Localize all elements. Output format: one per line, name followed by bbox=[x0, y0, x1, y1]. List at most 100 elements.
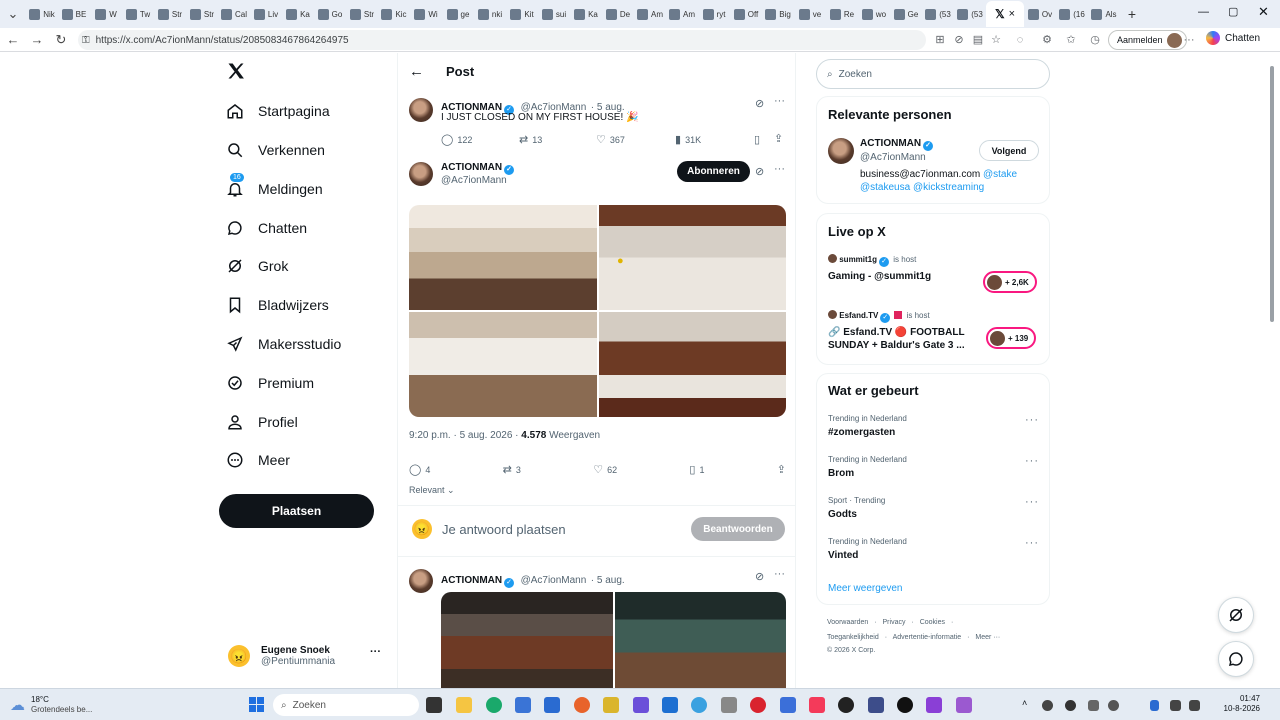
nav-profiel[interactable]: Profiel bbox=[226, 407, 298, 437]
browser-tab[interactable]: Am bbox=[634, 2, 666, 26]
x-logo[interactable] bbox=[226, 61, 246, 83]
post-timestamp[interactable]: 9:20 p.m. · 5 aug. 2026 · bbox=[409, 430, 519, 441]
app-icon-17[interactable] bbox=[897, 697, 913, 713]
browser-tab[interactable]: Str bbox=[154, 2, 186, 26]
start-button[interactable] bbox=[249, 697, 264, 712]
trend-more-icon[interactable]: ··· bbox=[1025, 414, 1039, 426]
maximize-icon[interactable]: ▢ bbox=[1228, 5, 1238, 18]
browser-tab[interactable]: (53 bbox=[954, 2, 986, 26]
store-icon[interactable] bbox=[515, 697, 531, 713]
quoted-like-count[interactable]: ♡ 367 bbox=[596, 133, 625, 146]
share-action[interactable]: ⇪ bbox=[777, 463, 786, 476]
next-post-date[interactable]: · 5 aug. bbox=[591, 575, 625, 586]
back-icon[interactable]: ← bbox=[1, 32, 25, 47]
browser-tab[interactable]: Go bbox=[314, 2, 346, 26]
extensions-icon[interactable]: ⚙ bbox=[1040, 33, 1054, 47]
scrollbar-thumb[interactable] bbox=[1270, 66, 1274, 322]
relevant-avatar[interactable] bbox=[828, 138, 854, 164]
browser-menu-icon[interactable]: ··· bbox=[1182, 33, 1196, 47]
browser-tab[interactable]: Als bbox=[1088, 2, 1120, 26]
app-icon-15[interactable] bbox=[838, 697, 854, 713]
browser-tab[interactable]: BE bbox=[58, 2, 90, 26]
close-window-icon[interactable]: ✕ bbox=[1258, 4, 1269, 20]
footer-link-cookies[interactable]: Cookies bbox=[920, 619, 945, 626]
firefox-icon[interactable] bbox=[574, 697, 590, 713]
network-icon[interactable] bbox=[1170, 700, 1181, 711]
post-button[interactable]: Plaatsen bbox=[219, 494, 374, 528]
next-grok-icon[interactable]: ⊘ bbox=[755, 570, 764, 583]
weather-widget[interactable]: ☁ 18°C Grotendeels be... bbox=[10, 695, 92, 715]
volume-icon[interactable] bbox=[1189, 700, 1200, 711]
browser-tab[interactable]: Str bbox=[186, 2, 218, 26]
browser-tab[interactable]: sui bbox=[538, 2, 570, 26]
reload-icon[interactable]: ↻ bbox=[49, 32, 73, 48]
app-icon-11[interactable] bbox=[721, 697, 737, 713]
clock[interactable]: 01:47 10-8-2026 bbox=[1222, 694, 1260, 714]
taskbar-search[interactable]: ⌕ Zoeken bbox=[273, 694, 419, 716]
footer-link-accessibility[interactable]: Toegankelijkheid bbox=[827, 634, 879, 641]
tab-active[interactable]: 𝕏 × bbox=[986, 1, 1024, 27]
browser-tab[interactable]: Kit bbox=[506, 2, 538, 26]
sort-dropdown[interactable]: Relevant ⌄ bbox=[409, 485, 455, 496]
trend-more-icon[interactable]: ··· bbox=[1025, 455, 1039, 467]
nav-bladwijzers[interactable]: Bladwijzers bbox=[226, 290, 329, 320]
browser-tab[interactable]: Wi bbox=[410, 2, 442, 26]
quoted-share-icon[interactable]: ⇪ bbox=[774, 132, 783, 145]
app-icon-13[interactable] bbox=[780, 697, 796, 713]
favorite-star-icon[interactable]: ☆ bbox=[989, 33, 1003, 47]
trend-more-icon[interactable]: ··· bbox=[1025, 496, 1039, 508]
bio-link-stake[interactable]: @stake bbox=[983, 169, 1017, 180]
quoted-post-avatar[interactable] bbox=[409, 98, 433, 122]
bluetooth-icon[interactable] bbox=[1150, 700, 1159, 711]
reply-submit-button[interactable]: Beantwoorden bbox=[691, 517, 785, 541]
browser-tab[interactable]: Liv bbox=[250, 2, 282, 26]
main-grok-icon[interactable]: ⊘ bbox=[755, 165, 764, 178]
live-listeners-pill[interactable]: + 139 bbox=[986, 327, 1037, 349]
footer-link-privacy[interactable]: Privacy bbox=[883, 619, 906, 626]
post-photo-3[interactable] bbox=[409, 312, 597, 417]
nav-meldingen[interactable]: 16 Meldingen bbox=[226, 173, 323, 204]
history-icon[interactable]: ◷ bbox=[1088, 33, 1102, 47]
browser-tab[interactable]: Nik bbox=[26, 2, 58, 26]
nav-verkennen[interactable]: Verkennen bbox=[226, 135, 325, 165]
footer-link-ads[interactable]: Advertentie-informatie bbox=[893, 634, 961, 641]
nav-grok[interactable]: Grok bbox=[226, 251, 288, 281]
post-photo-1[interactable] bbox=[409, 205, 597, 310]
next-post-handle[interactable]: @Ac7ionMann bbox=[521, 575, 587, 586]
repost-action[interactable]: ⇄ 3 bbox=[503, 463, 521, 476]
browser-tab[interactable]: De bbox=[602, 2, 634, 26]
app-icon-7[interactable] bbox=[603, 697, 619, 713]
reader-icon[interactable]: ▤ bbox=[971, 33, 985, 47]
relevant-name[interactable]: ACTIONMAN bbox=[860, 138, 921, 149]
account-switcher[interactable]: 😠 Eugene Snoek @Pentiummania ··· bbox=[228, 640, 384, 672]
browser-tab[interactable]: ge bbox=[442, 2, 474, 26]
nav-startpagina[interactable]: Startpagina bbox=[226, 96, 330, 126]
browser-tab[interactable]: Am bbox=[666, 2, 698, 26]
app-icon-19[interactable] bbox=[956, 697, 972, 713]
grok-fab[interactable] bbox=[1218, 597, 1254, 633]
app-icon-10[interactable] bbox=[691, 697, 707, 713]
browser-tab[interactable]: Str bbox=[346, 2, 378, 26]
back-button[interactable]: ← bbox=[409, 63, 424, 80]
quoted-more-icon[interactable]: ··· bbox=[774, 95, 785, 107]
quoted-reply-count[interactable]: ◯ 122 bbox=[441, 133, 472, 146]
trend-more-icon[interactable]: ··· bbox=[1025, 537, 1039, 549]
browser-tab[interactable]: wo bbox=[858, 2, 890, 26]
next-post-name[interactable]: ACTIONMAN bbox=[441, 575, 502, 586]
signin-button[interactable]: Aanmelden bbox=[1108, 30, 1187, 50]
search-box[interactable]: ⌕ Zoeken bbox=[816, 59, 1050, 89]
site-info-icon[interactable]: ⚿ bbox=[82, 35, 90, 46]
browser-tab[interactable]: Tw bbox=[122, 2, 154, 26]
post-photo-2[interactable] bbox=[598, 205, 786, 310]
browser-tab[interactable]: Ge bbox=[890, 2, 922, 26]
tracking-icon[interactable]: ⊘ bbox=[952, 33, 966, 47]
next-post-photo-grid[interactable] bbox=[441, 592, 786, 688]
page-scrollbar[interactable] bbox=[1269, 56, 1275, 684]
music-icon[interactable] bbox=[809, 697, 825, 713]
browser-tab[interactable]: nki bbox=[474, 2, 506, 26]
refresh-ext-icon[interactable]: ◌ bbox=[1013, 33, 1027, 47]
translate-icon[interactable]: ⊞ bbox=[933, 33, 947, 47]
tray-icon-1[interactable] bbox=[1042, 700, 1053, 711]
quoted-bookmark-icon[interactable]: ▯ bbox=[754, 133, 760, 146]
browser-tab[interactable]: Off bbox=[730, 2, 762, 26]
